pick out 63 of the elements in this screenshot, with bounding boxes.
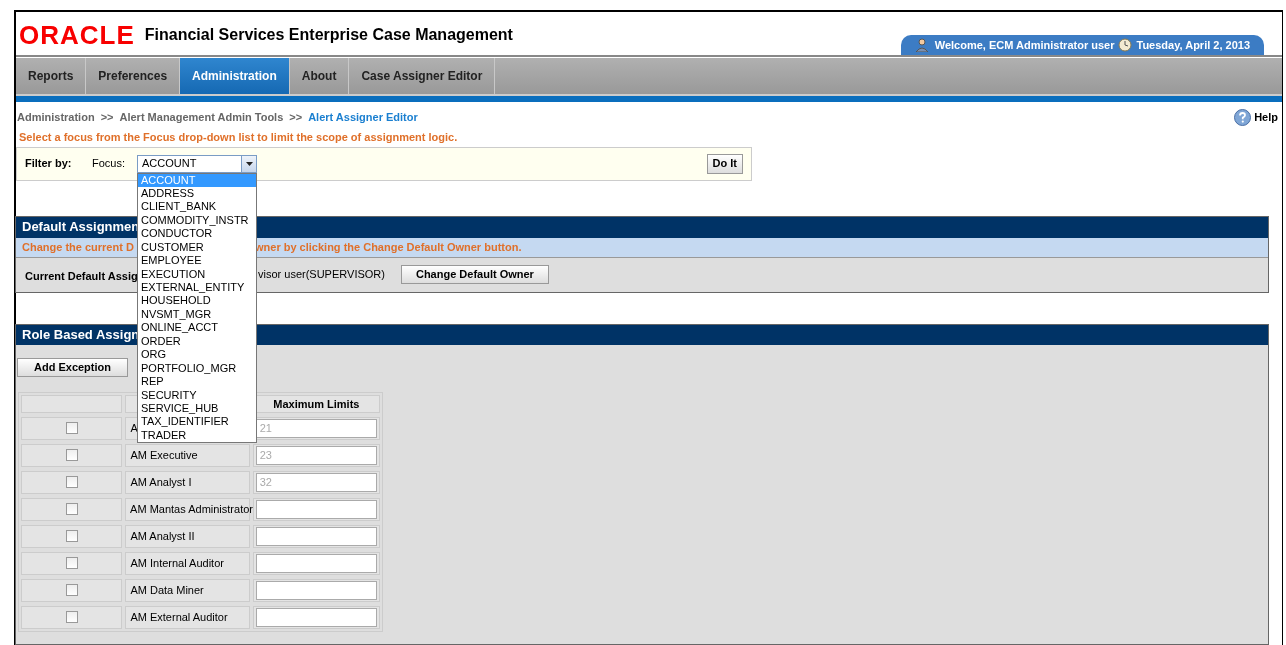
limit-input[interactable]	[255, 526, 377, 546]
dropdown-option[interactable]: ORDER	[138, 334, 256, 349]
dropdown-option[interactable]: ADDRESS	[138, 186, 256, 201]
clock-icon	[1118, 38, 1133, 52]
add-exception-button[interactable]: Add Exception	[17, 357, 128, 377]
limit-input[interactable]	[256, 499, 377, 519]
role-cell: AM Internal Auditor	[125, 551, 250, 575]
owner-value: visor user(SUPERVISOR)	[258, 267, 385, 283]
limit-input[interactable]	[255, 580, 377, 600]
dropdown-option[interactable]: HOUSEHOLD	[138, 294, 256, 308]
limit-input[interactable]	[255, 553, 377, 573]
role-cell: AM Mantas Administrator	[125, 497, 251, 521]
role-cell: AM Executive	[125, 443, 250, 467]
breadcrumb-link[interactable]: Administration	[17, 108, 95, 126]
focus-select[interactable]: ACCOUNT	[137, 154, 257, 173]
limit-input[interactable]	[255, 607, 377, 627]
do-it-button[interactable]: Do It	[706, 153, 743, 174]
dropdown-option[interactable]: CLIENT_BANK	[138, 200, 256, 214]
field-label: Current Default Assig	[25, 269, 138, 282]
nav-tab[interactable]: Administration	[180, 58, 290, 94]
row-checkbox[interactable]	[65, 476, 78, 489]
nav-tab[interactable]: About	[289, 58, 350, 94]
breadcrumb-separator: >>	[289, 109, 303, 125]
nav-tab[interactable]: Reports	[16, 58, 87, 94]
dropdown-caret-icon[interactable]	[241, 155, 256, 172]
row-checkbox[interactable]	[65, 449, 78, 462]
dropdown-option[interactable]: EXECUTION	[138, 267, 256, 281]
dropdown-option[interactable]: PORTFOLIO_MGR	[138, 361, 256, 376]
dropdown-option[interactable]: ONLINE_ACCT	[138, 321, 256, 335]
focus-label: Focus:	[92, 156, 126, 172]
help-link[interactable]: Help	[1254, 108, 1278, 126]
help-icon[interactable]	[1234, 108, 1252, 126]
instruction-text: Select a focus from the Focus drop-down list to limit the scope of assignment logic.	[19, 130, 459, 145]
role-cell: AM External Auditor	[125, 605, 250, 629]
dropdown-option[interactable]: ORG	[138, 348, 256, 362]
dropdown-option[interactable]: EXTERNAL_ENTITY	[138, 281, 256, 295]
nav-tab[interactable]: Case Assigner Editor	[349, 58, 496, 94]
info-text: Change the current D	[22, 240, 134, 253]
change-owner-button[interactable]: Change Default Owner	[400, 265, 549, 284]
row-checkbox[interactable]	[65, 611, 78, 624]
breadcrumb-link[interactable]: Alert Assigner Editor	[308, 108, 418, 126]
role-cell: AM Analyst II	[125, 524, 250, 548]
role-cell: AM Data Miner	[125, 578, 250, 602]
welcome-text: Welcome, ECM Administrator user	[934, 37, 1115, 53]
dropdown-option[interactable]: COMMODITY_INSTR	[138, 213, 256, 228]
dropdown-option[interactable]: CUSTOMER	[138, 240, 256, 255]
row-checkbox[interactable]	[65, 584, 78, 597]
row-checkbox[interactable]	[65, 530, 78, 543]
app-title: Financial Services Enterprise Case Management	[144, 24, 513, 45]
dropdown-option[interactable]: NVSMT_MGR	[138, 307, 256, 322]
row-checkbox[interactable]	[65, 422, 78, 435]
breadcrumb-separator: >>	[100, 109, 114, 125]
dropdown-option[interactable]: REP	[138, 375, 256, 389]
dropdown-option[interactable]: EMPLOYEE	[138, 254, 256, 268]
user-icon	[914, 38, 929, 52]
row-checkbox[interactable]	[65, 503, 78, 516]
logo: ORACLE	[19, 21, 135, 48]
dropdown-option[interactable]: CONDUCTOR	[138, 227, 256, 241]
filter-label: Filter by:	[25, 156, 73, 172]
role-cell: AM Analyst I	[125, 470, 250, 494]
breadcrumb-link[interactable]: Alert Management Admin Tools	[119, 108, 284, 126]
date-text: Tuesday, April 2, 2013	[1136, 37, 1250, 53]
row-checkbox[interactable]	[65, 557, 78, 570]
